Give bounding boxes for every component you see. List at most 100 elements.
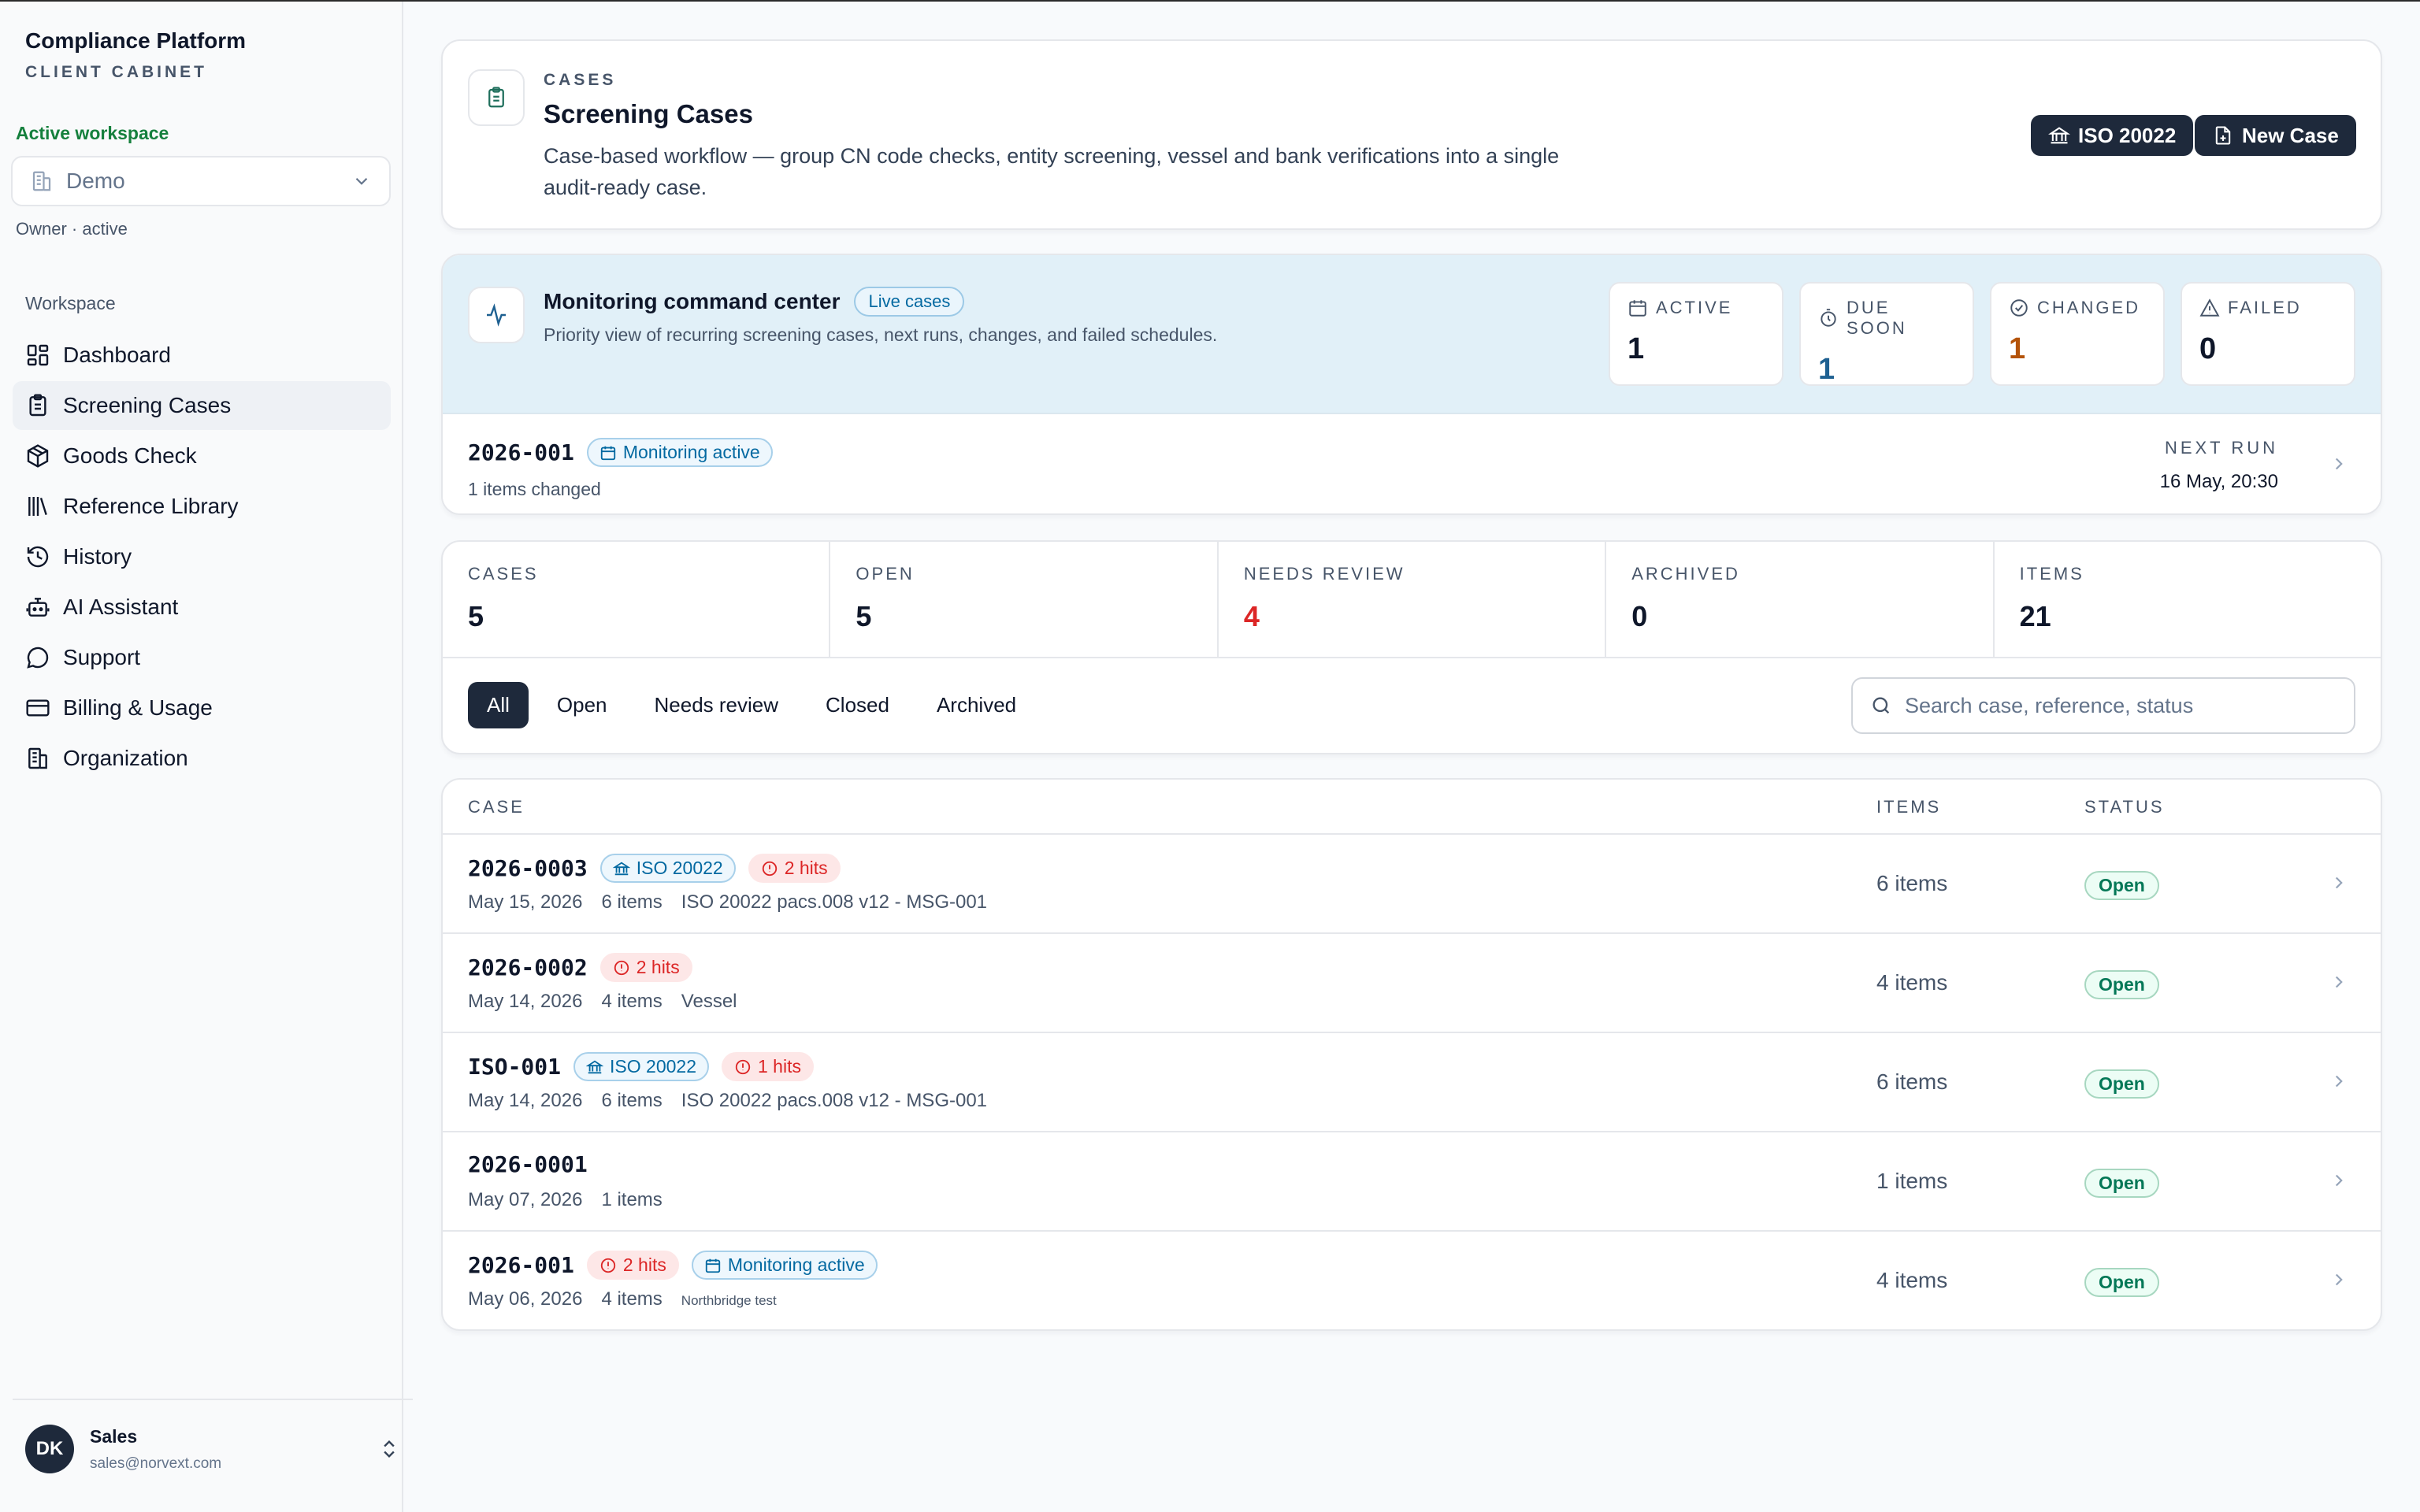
sidebar-item-goods-check[interactable]: Goods Check	[13, 432, 391, 480]
items-cell: 6 items	[1876, 871, 1948, 895]
case-item-count: 1 items	[601, 1189, 663, 1210]
bot-icon	[25, 595, 50, 620]
summary-value: 0	[1631, 600, 1648, 632]
hits-badge: 2 hits	[586, 1251, 679, 1280]
sidebar-item-support[interactable]: Support	[13, 633, 391, 682]
bank-icon	[586, 1058, 610, 1076]
stat-label: ACTIVE	[1656, 298, 1733, 317]
user-email: sales@norvext.com	[90, 1455, 222, 1472]
chevron-right-icon	[2329, 1071, 2349, 1091]
avatar: DK	[25, 1425, 74, 1473]
table-row[interactable]: 2026-0002 2 hits May 14, 2026 4 items Ve…	[443, 934, 2381, 1033]
monitoring-description: Priority view of recurring screening cas…	[544, 324, 1218, 345]
sidebar-item-label: Reference Library	[63, 494, 239, 518]
user-menu[interactable]: DK Sales sales@norvext.com	[13, 1399, 413, 1498]
sidebar-item-label: History	[63, 544, 132, 569]
case-summary: CASES 5 OPEN 5 NEEDS REVIEW 4 ARCHIVED 0…	[441, 540, 2382, 754]
case-cell: 2026-0003 ISO 20022 2 hits	[468, 854, 841, 883]
changed-items: 1 items changed	[468, 479, 601, 499]
case-meta: May 07, 2026 1 items	[468, 1189, 681, 1211]
monitored-case-row[interactable]: 2026-001 Monitoring active 1 items chang…	[443, 416, 2381, 513]
filter-needs-review[interactable]: Needs review	[655, 682, 826, 728]
sidebar-item-screening-cases[interactable]: Screening Cases	[13, 381, 391, 430]
brand: Compliance Platform CLIENT CABINET	[25, 28, 246, 82]
case-meta: May 06, 2026 4 items Northbridge test	[468, 1288, 796, 1310]
summary-cases: CASES 5	[443, 542, 831, 657]
case-id: 2026-001	[468, 1252, 574, 1278]
status-badge: Open	[2084, 970, 2159, 999]
chevron-right-icon	[2329, 1170, 2349, 1191]
sidebar-item-dashboard[interactable]: Dashboard	[13, 331, 391, 380]
filter-archived[interactable]: Archived	[937, 682, 1040, 728]
stat-label: CHANGED	[2037, 298, 2141, 317]
case-date: May 07, 2026	[468, 1189, 583, 1210]
check-circle-icon	[2009, 298, 2037, 318]
hits-badge-label: 1 hits	[757, 1056, 801, 1077]
activity-icon	[468, 287, 525, 343]
clipboard-icon	[468, 69, 525, 126]
workspace-select[interactable]: Demo	[11, 156, 391, 206]
summary-open: OPEN 5	[830, 542, 1219, 657]
sidebar-item-label: Billing & Usage	[63, 695, 213, 720]
summary-value: 4	[1243, 600, 1260, 632]
table-row[interactable]: 2026-001 2 hits Monitoring active May 06…	[443, 1232, 2381, 1329]
summary-archived: ARCHIVED 0	[1606, 542, 1995, 657]
table-row[interactable]: 2026-0001 May 07, 2026 1 items 1 items O…	[443, 1132, 2381, 1232]
items-cell: 4 items	[1876, 970, 1948, 995]
table-header: CASE ITEMS STATUS	[443, 780, 2381, 835]
new-case-button[interactable]: New Case	[2195, 115, 2356, 156]
case-date: May 14, 2026	[468, 1090, 583, 1111]
table-row[interactable]: ISO-001 ISO 20022 1 hits May 14, 2026 6 …	[443, 1033, 2381, 1132]
library-icon	[25, 494, 50, 519]
case-reference: Northbridge test	[681, 1293, 777, 1308]
monitoring-active-label: Monitoring active	[727, 1254, 865, 1275]
sidebar: Compliance Platform CLIENT CABINET Activ…	[0, 2, 413, 1512]
search-icon	[1870, 695, 1892, 717]
chevron-right-icon	[2329, 972, 2349, 992]
summary-label: ARCHIVED	[1631, 564, 1740, 584]
workspace-label: Active workspace	[16, 123, 169, 143]
filter-open[interactable]: Open	[557, 682, 655, 728]
alert-circle-icon	[761, 860, 785, 877]
card-icon	[25, 695, 50, 721]
iso-20022-button[interactable]: ISO 20022	[2031, 115, 2194, 156]
sidebar-item-label: Dashboard	[63, 343, 171, 367]
filter-all[interactable]: All	[468, 682, 529, 728]
case-id: 2026-001	[468, 439, 574, 465]
sidebar-item-billing-usage[interactable]: Billing & Usage	[13, 684, 391, 732]
package-icon	[25, 443, 50, 469]
iso-badge-label: ISO 20022	[636, 858, 723, 878]
hits-badge-label: 2 hits	[622, 1254, 666, 1275]
stat-failed: FAILED 0	[2181, 282, 2355, 386]
brand-title: Compliance Platform	[25, 28, 247, 53]
search-box	[1851, 677, 2355, 734]
page-title: Screening Cases	[544, 99, 753, 128]
hits-badge-label: 2 hits	[636, 957, 680, 977]
column-header-case: CASE	[468, 797, 525, 817]
case-id: ISO-001	[468, 1054, 562, 1080]
calendar-icon	[704, 1257, 728, 1274]
chevron-right-icon	[2329, 454, 2349, 474]
next-run-value: 16 May, 20:30	[2159, 471, 2278, 492]
table-row[interactable]: 2026-0003 ISO 20022 2 hits May 15, 2026 …	[443, 835, 2381, 934]
monitoring-active-badge: Monitoring active	[691, 1251, 878, 1280]
sidebar-item-ai-assistant[interactable]: AI Assistant	[13, 583, 391, 632]
case-cell: 2026-001 2 hits Monitoring active	[468, 1251, 878, 1280]
file-plus-icon	[2212, 124, 2242, 146]
sidebar-item-organization[interactable]: Organization	[13, 734, 391, 783]
history-icon	[25, 544, 50, 569]
sidebar-item-history[interactable]: History	[13, 532, 391, 581]
summary-items: ITEMS 21	[1995, 542, 2381, 657]
workspace-name: Demo	[66, 169, 125, 193]
case-reference: ISO 20022 pacs.008 v12 - MSG-001	[681, 891, 988, 913]
sidebar-item-reference-library[interactable]: Reference Library	[13, 482, 391, 531]
summary-value: 21	[2019, 600, 2051, 632]
stat-value: 1	[2009, 332, 2026, 365]
filter-closed[interactable]: Closed	[826, 682, 937, 728]
chevron-right-icon	[2329, 873, 2349, 893]
case-item-count: 6 items	[601, 1090, 663, 1111]
search-input[interactable]	[1905, 693, 2336, 718]
status-filters: All Open Needs review Closed Archived	[468, 682, 1040, 728]
summary-value: 5	[468, 600, 484, 632]
chevron-up-down-icon	[378, 1438, 400, 1460]
